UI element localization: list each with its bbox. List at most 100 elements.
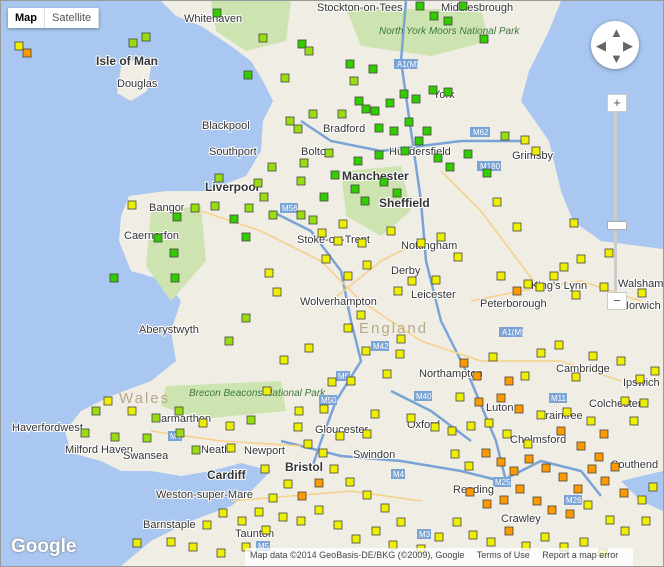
sensor-marker[interactable] <box>371 526 381 536</box>
sensor-marker[interactable] <box>382 369 392 379</box>
sensor-marker[interactable] <box>174 406 184 416</box>
sensor-marker[interactable] <box>386 226 396 236</box>
sensor-marker[interactable] <box>465 487 475 497</box>
sensor-marker[interactable] <box>523 439 533 449</box>
sensor-marker[interactable] <box>353 156 363 166</box>
pan-right-icon[interactable]: ▶ <box>623 39 633 52</box>
sensor-marker[interactable] <box>361 346 371 356</box>
sensor-marker[interactable] <box>447 426 457 436</box>
sensor-marker[interactable] <box>169 248 179 258</box>
sensor-marker[interactable] <box>385 98 395 108</box>
sensor-marker[interactable] <box>22 48 32 58</box>
sensor-marker[interactable] <box>583 500 593 510</box>
sensor-marker[interactable] <box>151 413 161 423</box>
sensor-marker[interactable] <box>496 457 506 467</box>
sensor-marker[interactable] <box>254 507 264 517</box>
sensor-marker[interactable] <box>399 89 409 99</box>
sensor-marker[interactable] <box>374 123 384 133</box>
sensor-marker[interactable] <box>619 488 629 498</box>
sensor-marker[interactable] <box>175 428 185 438</box>
sensor-marker[interactable] <box>481 448 491 458</box>
sensor-marker[interactable] <box>433 153 443 163</box>
sensor-marker[interactable] <box>524 454 534 464</box>
sensor-marker[interactable] <box>132 538 142 548</box>
sensor-marker[interactable] <box>502 429 512 439</box>
sensor-marker[interactable] <box>91 406 101 416</box>
sensor-marker[interactable] <box>170 273 180 283</box>
sensor-marker[interactable] <box>253 178 263 188</box>
sensor-marker[interactable] <box>191 445 201 455</box>
sensor-marker[interactable] <box>514 404 524 414</box>
map-type-control[interactable]: Map Satellite <box>8 8 100 28</box>
sensor-marker[interactable] <box>616 356 626 366</box>
sensor-marker[interactable] <box>641 516 651 526</box>
sensor-marker[interactable] <box>492 197 502 207</box>
sensor-marker[interactable] <box>650 366 660 376</box>
sensor-marker[interactable] <box>283 479 293 489</box>
sensor-marker[interactable] <box>202 520 212 530</box>
sensor-marker[interactable] <box>293 422 303 432</box>
zoom-control[interactable]: + − <box>607 94 627 314</box>
sensor-marker[interactable] <box>214 173 224 183</box>
sensor-marker[interactable] <box>559 262 569 272</box>
sensor-marker[interactable] <box>337 109 347 119</box>
sensor-marker[interactable] <box>554 340 564 350</box>
sensor-marker[interactable] <box>588 351 598 361</box>
sensor-marker[interactable] <box>512 286 522 296</box>
sensor-marker[interactable] <box>450 449 460 459</box>
sensor-marker[interactable] <box>504 526 514 536</box>
sensor-marker[interactable] <box>212 8 222 18</box>
sensor-marker[interactable] <box>190 203 200 213</box>
sensor-marker[interactable] <box>547 505 557 515</box>
sensor-marker[interactable] <box>244 203 254 213</box>
sensor-marker[interactable] <box>349 76 359 86</box>
pan-up-icon[interactable]: ▲ <box>610 26 623 39</box>
sensor-marker[interactable] <box>594 452 604 462</box>
sensor-marker[interactable] <box>404 117 414 127</box>
sensor-marker[interactable] <box>639 398 649 408</box>
map-type-map-button[interactable]: Map <box>8 8 45 28</box>
sensor-marker[interactable] <box>428 85 438 95</box>
sensor-marker[interactable] <box>80 428 90 438</box>
sensor-marker[interactable] <box>110 432 120 442</box>
sensor-marker[interactable] <box>280 73 290 83</box>
sensor-marker[interactable] <box>127 406 137 416</box>
sensor-marker[interactable] <box>354 96 364 106</box>
terms-link[interactable]: Terms of Use <box>477 550 530 560</box>
sensor-marker[interactable] <box>472 371 482 381</box>
sensor-marker[interactable] <box>541 463 551 473</box>
sensor-marker[interactable] <box>225 421 235 431</box>
sensor-marker[interactable] <box>338 219 348 229</box>
sensor-marker[interactable] <box>210 201 220 211</box>
sensor-marker[interactable] <box>535 282 545 292</box>
report-error-link[interactable]: Report a map error <box>542 550 618 560</box>
sensor-marker[interactable] <box>429 11 439 21</box>
sensor-marker[interactable] <box>370 409 380 419</box>
sensor-marker[interactable] <box>389 126 399 136</box>
sensor-marker[interactable] <box>216 548 226 558</box>
sensor-marker[interactable] <box>379 177 389 187</box>
sensor-marker[interactable] <box>562 407 572 417</box>
sensor-marker[interactable] <box>569 218 579 228</box>
sensor-marker[interactable] <box>259 192 269 202</box>
sensor-marker[interactable] <box>482 168 492 178</box>
sensor-marker[interactable] <box>226 443 236 453</box>
sensor-marker[interactable] <box>587 464 597 474</box>
sensor-marker[interactable] <box>620 526 630 536</box>
sensor-marker[interactable] <box>466 421 476 431</box>
sensor-marker[interactable] <box>573 484 583 494</box>
sensor-marker[interactable] <box>224 336 234 346</box>
sensor-marker[interactable] <box>396 334 406 344</box>
sensor-marker[interactable] <box>303 439 313 449</box>
map-viewport[interactable]: Wales England North York Moors National … <box>0 0 664 567</box>
sensor-marker[interactable] <box>484 418 494 428</box>
sensor-marker[interactable] <box>571 372 581 382</box>
sensor-marker[interactable] <box>258 33 268 43</box>
sensor-marker[interactable] <box>509 466 519 476</box>
sensor-marker[interactable] <box>268 210 278 220</box>
sensor-marker[interactable] <box>430 422 440 432</box>
sensor-marker[interactable] <box>296 516 306 526</box>
sensor-marker[interactable] <box>571 290 581 300</box>
sensor-marker[interactable] <box>445 162 455 172</box>
sensor-marker[interactable] <box>362 429 372 439</box>
